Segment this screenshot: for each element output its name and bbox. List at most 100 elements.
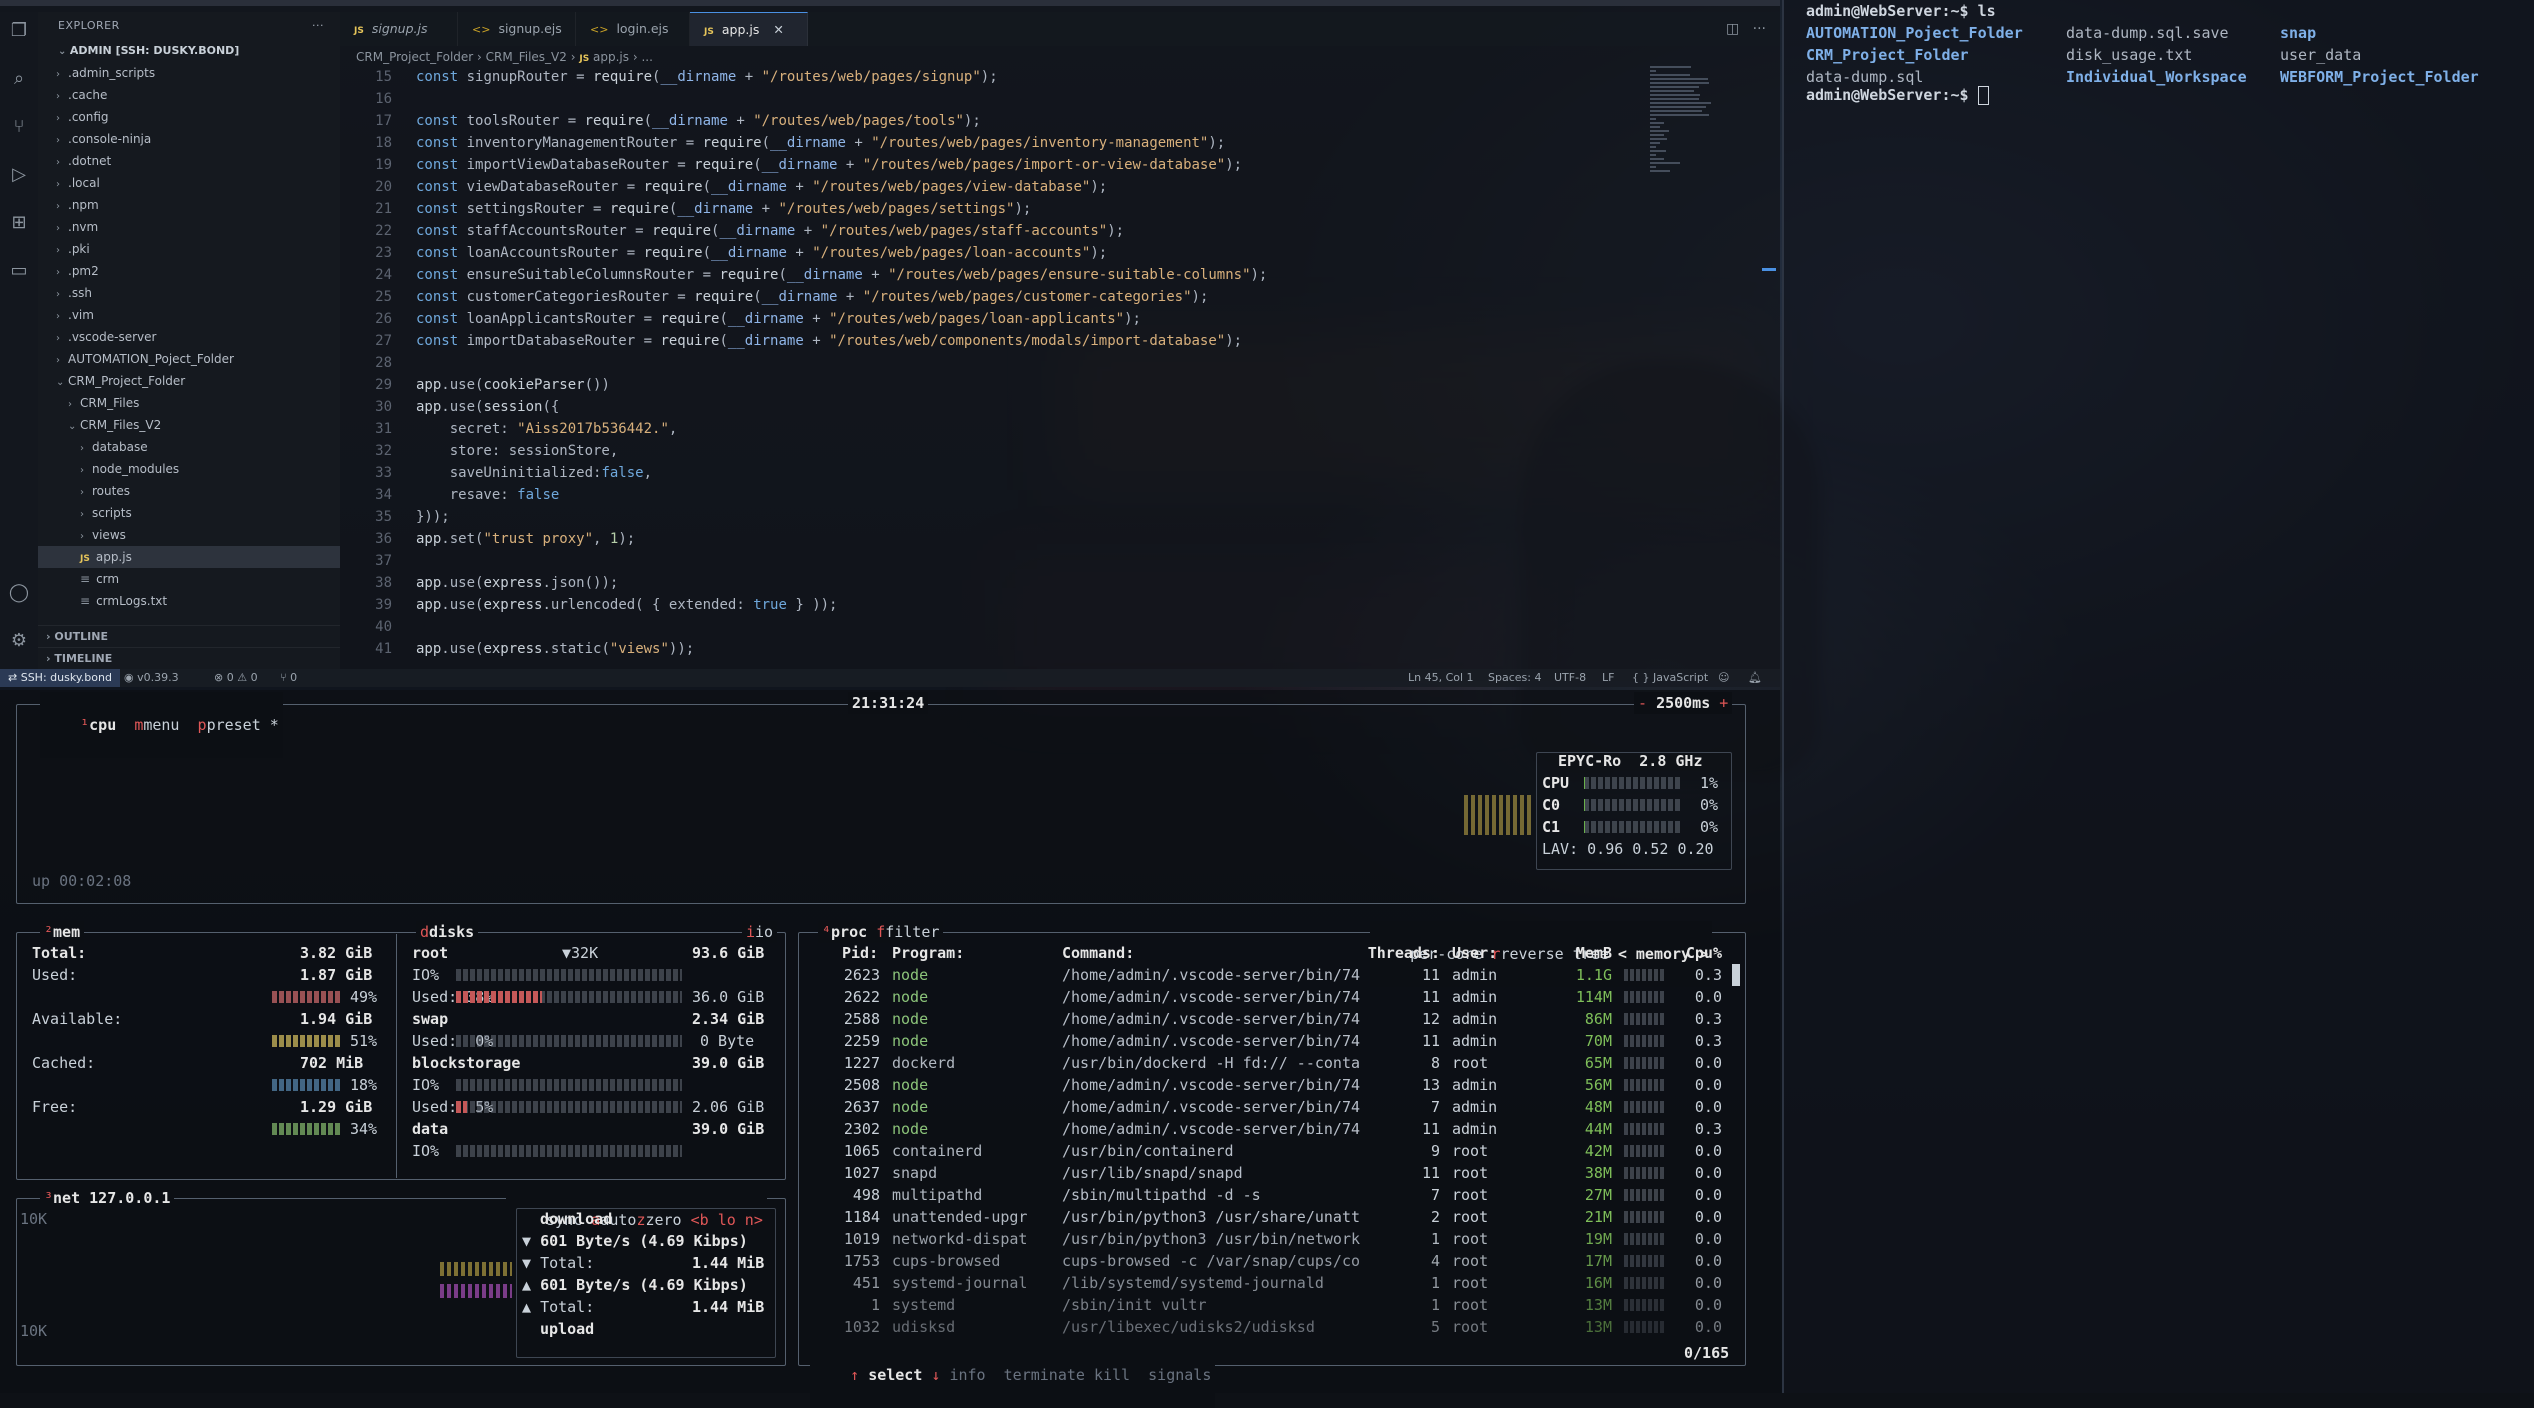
proc-scrollbar-thumb[interactable]: [1732, 964, 1740, 986]
info-action[interactable]: info: [949, 1366, 985, 1384]
more-actions-icon[interactable]: ···: [1753, 21, 1766, 37]
tab-signup-js[interactable]: JS signup.js: [340, 12, 458, 46]
cpu-graph: [1464, 795, 1532, 835]
tab-app-js[interactable]: JS app.js ✕: [690, 12, 808, 46]
settings-gear-icon[interactable]: ⚙: [8, 630, 30, 652]
tree-item[interactable]: › .config: [38, 106, 340, 128]
end-of-line[interactable]: LF: [1602, 669, 1614, 687]
breadcrumb-file[interactable]: app.js: [593, 50, 629, 64]
tree-item[interactable]: › AUTOMATION_Poject_Folder: [38, 348, 340, 370]
terminal-prompt[interactable]: admin@WebServer:~$: [1806, 84, 1989, 106]
cursor-position[interactable]: Ln 45, Col 1: [1408, 669, 1474, 687]
proc-cell-cpu: 0.0: [1694, 1318, 1722, 1336]
tree-item[interactable]: › .ssh: [38, 282, 340, 304]
tree-item-label: crmLogs.txt: [96, 594, 168, 608]
proc-header-cell[interactable]: MemB: [1576, 942, 1612, 964]
tree-item[interactable]: › CRM_Files: [38, 392, 340, 414]
cpu-row-percent: 1%: [1700, 774, 1719, 792]
tree-item[interactable]: › .vim: [38, 304, 340, 326]
notifications-icon[interactable]: 🔔︎: [1748, 669, 1762, 687]
proc-cell-pid: 1032: [843, 1318, 880, 1336]
explorer-icon[interactable]: ❐: [8, 20, 30, 42]
close-tab-icon[interactable]: ✕: [773, 22, 783, 37]
tree-item-label: .local: [68, 176, 100, 190]
tree-item[interactable]: ≡ crmLogs.txt: [38, 590, 340, 612]
tree-item[interactable]: ⌄ CRM_Files_V2: [38, 414, 340, 436]
terminate-action[interactable]: terminate: [1004, 1366, 1085, 1384]
signals-action[interactable]: signals: [1148, 1366, 1211, 1384]
explorer-title: EXPLORER: [58, 19, 120, 32]
disk-swap-name: swap: [412, 1010, 449, 1028]
tree-item[interactable]: › .vscode-server: [38, 326, 340, 348]
proc-cell-user: root: [1452, 1208, 1489, 1226]
tree-item[interactable]: ≡ crm: [38, 568, 340, 590]
tree-item[interactable]: JS app.js: [38, 546, 340, 568]
run-debug-icon[interactable]: ▷: [8, 164, 30, 186]
proc-cell-prog: node: [892, 1076, 929, 1094]
update-interval[interactable]: - 2500ms +: [1634, 692, 1733, 714]
tree-item[interactable]: › .nvm: [38, 216, 340, 238]
proc-header-cell[interactable]: Program:: [892, 942, 964, 964]
breadcrumb-subfolder[interactable]: CRM_Files_V2: [486, 50, 567, 64]
breadcrumb-folder[interactable]: CRM_Project_Folder: [356, 50, 473, 64]
more-actions-icon[interactable]: ···: [312, 12, 324, 40]
timeline-section[interactable]: › TIMELINE: [38, 647, 340, 669]
line-number: 16: [375, 91, 392, 107]
encoding[interactable]: UTF-8: [1554, 669, 1586, 687]
outline-section[interactable]: › OUTLINE: [38, 625, 340, 647]
select-action[interactable]: select: [868, 1366, 922, 1384]
io-toggle[interactable]: iio: [742, 921, 778, 943]
split-editor-icon[interactable]: ◫: [1726, 21, 1739, 37]
tab-login-ejs[interactable]: <> login.ejs: [576, 12, 690, 46]
tree-item[interactable]: › scripts: [38, 502, 340, 524]
ports-indicator[interactable]: ⑂ 0: [280, 669, 297, 687]
account-icon[interactable]: ◯: [8, 582, 30, 604]
tree-item[interactable]: › database: [38, 436, 340, 458]
tab-signup-ejs[interactable]: <> signup.ejs: [458, 12, 576, 46]
proc-cell-thr: 5: [1430, 1318, 1440, 1336]
tree-item[interactable]: ⌄ CRM_Project_Folder: [38, 370, 340, 392]
proc-cell-cmd: /usr/lib/snapd/snapd: [1062, 1164, 1243, 1182]
cpu-box-title: ¹cpu mmenu ppreset *: [40, 692, 283, 758]
search-icon[interactable]: ⌕: [8, 68, 30, 90]
tree-item[interactable]: › .admin_scripts: [38, 62, 340, 84]
editor-actions: ◫ ···: [1726, 12, 1766, 46]
proc-header-cell[interactable]: User:: [1452, 942, 1497, 964]
extension-version[interactable]: ◉ v0.39.3: [124, 669, 179, 687]
kill-action[interactable]: kill: [1094, 1366, 1130, 1384]
proc-header-cell[interactable]: Command:: [1062, 942, 1134, 964]
line-number: 33: [375, 465, 392, 481]
breadcrumb-symbol[interactable]: ...: [641, 50, 652, 64]
tree-item[interactable]: › .console-ninja: [38, 128, 340, 150]
cpu-usage-meter: [1584, 799, 1680, 811]
proc-box-title: ⁴proc ffilter: [818, 921, 944, 943]
feedback-icon[interactable]: ☺: [1718, 669, 1729, 687]
workspace-root[interactable]: ⌄ ADMIN [SSH: DUSKY.BOND]: [38, 40, 340, 62]
problems-indicator[interactable]: ⊗ 0 ⚠ 0: [214, 669, 258, 687]
minimap[interactable]: [1650, 66, 1716, 276]
remote-indicator[interactable]: ⇄ SSH: dusky.bond: [0, 669, 120, 687]
language-mode[interactable]: { } JavaScript: [1632, 669, 1708, 687]
proc-header-cell[interactable]: Cpu%: [1686, 942, 1722, 964]
proc-header-cell[interactable]: Pid:: [842, 942, 878, 964]
tree-item[interactable]: › node_modules: [38, 458, 340, 480]
proc-cell-prog: systemd-journal: [892, 1274, 1028, 1292]
line-source: store: sessionStore,: [416, 443, 619, 459]
tree-item[interactable]: › .pki: [38, 238, 340, 260]
remote-explorer-icon[interactable]: ▭: [8, 260, 30, 282]
indentation[interactable]: Spaces: 4: [1488, 669, 1541, 687]
tree-item[interactable]: › routes: [38, 480, 340, 502]
code-line: 33 saveUninitialized:false,: [340, 462, 1640, 484]
tree-item[interactable]: › views: [38, 524, 340, 546]
source-control-icon[interactable]: ⑂: [8, 116, 30, 138]
code-editor[interactable]: 15 const signupRouter = require(__dirname…: [340, 66, 1780, 666]
extensions-icon[interactable]: ⊞: [8, 212, 30, 234]
tree-item[interactable]: › .pm2: [38, 260, 340, 282]
tree-item[interactable]: › .npm: [38, 194, 340, 216]
tree-item[interactable]: › .cache: [38, 84, 340, 106]
proc-header-cell[interactable]: Threads:: [1368, 942, 1440, 964]
tree-item[interactable]: › .local: [38, 172, 340, 194]
code-line: 38 app.use(express.json());: [340, 572, 1640, 594]
tree-item[interactable]: › .dotnet: [38, 150, 340, 172]
terminal-window[interactable]: admin@WebServer:~$ ls AUTOMATION_Poject_…: [1782, 0, 2534, 1393]
